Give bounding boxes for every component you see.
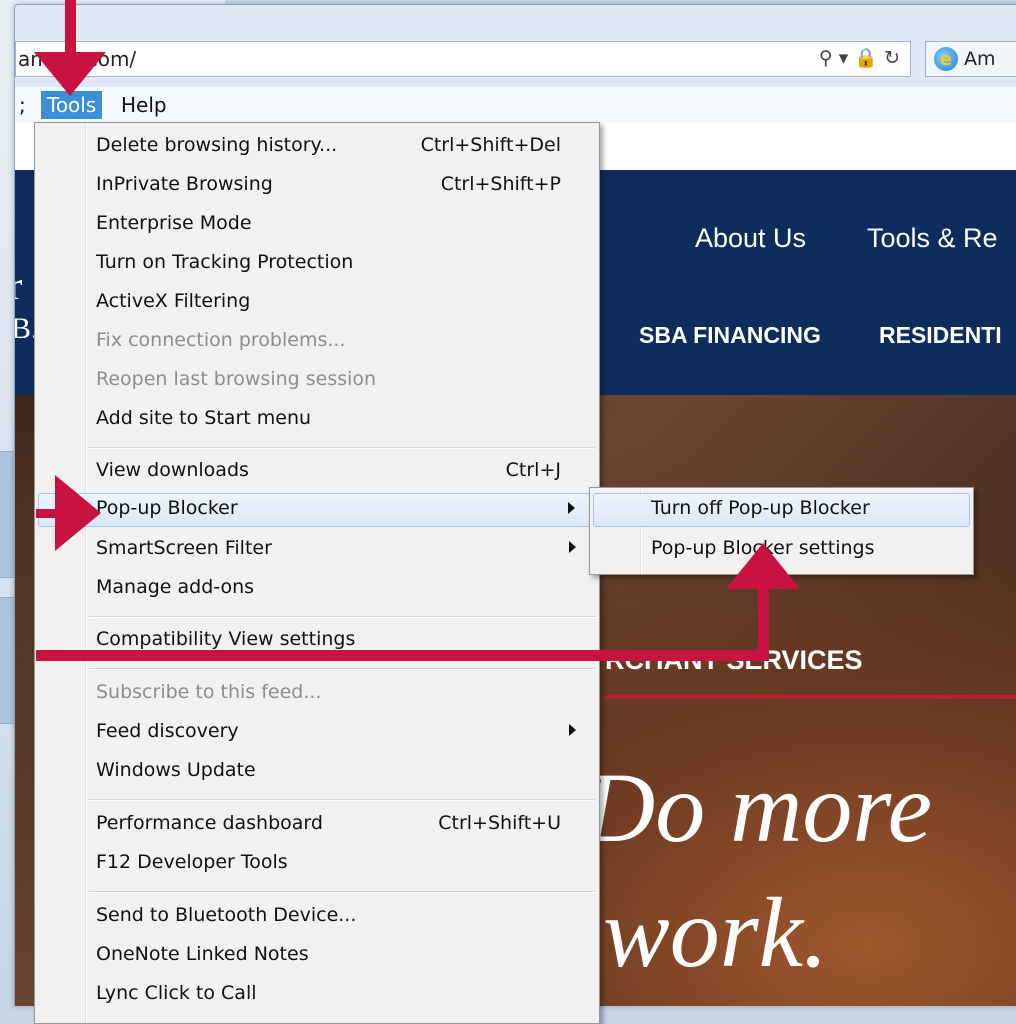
menu-item-manage-addons[interactable]: Manage add-ons bbox=[38, 572, 596, 606]
menu-item-label: Compatibility View settings bbox=[96, 628, 356, 650]
menu-item-onenote-linked-notes[interactable]: OneNote Linked Notes bbox=[38, 939, 596, 973]
annotation-arrow-right-icon bbox=[55, 475, 101, 551]
menu-item-shortcut: Ctrl+J bbox=[505, 459, 561, 481]
menu-item-view-downloads[interactable]: View downloads Ctrl+J bbox=[38, 455, 596, 489]
menu-item-performance-dashboard[interactable]: Performance dashboard Ctrl+Shift+U bbox=[38, 808, 596, 842]
submenu-arrow-icon bbox=[569, 541, 576, 553]
hero-headline-line2: work. bbox=[603, 877, 828, 988]
menu-item-label: F12 Developer Tools bbox=[96, 851, 288, 873]
annotation-arrow-shaft bbox=[65, 0, 76, 58]
annotation-arrow-shaft bbox=[758, 585, 769, 661]
hero-headline-line1: Do more bbox=[583, 752, 933, 863]
nav-sba-financing[interactable]: SBA FINANCING bbox=[639, 322, 821, 349]
menu-item-lync-click-to-call[interactable]: Lync Click to Call bbox=[38, 978, 596, 1012]
menu-item-shortcut: Ctrl+Shift+P bbox=[440, 173, 561, 195]
menu-item-label: View downloads bbox=[96, 459, 249, 481]
site-logo-fragment: r bbox=[15, 262, 22, 309]
address-row: am nk.com/ ⚲ ▾ 🔒 ↻ e Am bbox=[15, 35, 1016, 85]
menu-item-feed-discovery[interactable]: Feed discovery bbox=[38, 716, 596, 750]
nav-tools-resources[interactable]: Tools & Re bbox=[867, 223, 998, 254]
menu-item-tracking-protection[interactable]: Turn on Tracking Protection bbox=[38, 247, 596, 281]
annotation-arrow-up-icon bbox=[726, 543, 800, 589]
menu-item-label: Manage add-ons bbox=[96, 576, 255, 598]
menu-item-label: Fix connection problems... bbox=[96, 329, 346, 351]
menu-item-label: Turn on Tracking Protection bbox=[96, 251, 354, 273]
menu-item-subscribe-feed: Subscribe to this feed... bbox=[38, 677, 596, 711]
address-bar[interactable]: am nk.com/ ⚲ ▾ 🔒 ↻ bbox=[15, 41, 911, 77]
menu-item-enterprise-mode[interactable]: Enterprise Mode bbox=[38, 208, 596, 242]
menu-item-label: OneNote Linked Notes bbox=[96, 943, 309, 965]
internet-explorer-icon: e bbox=[934, 47, 958, 71]
menu-item-label: Enterprise Mode bbox=[96, 212, 252, 234]
menu-item-label: Delete browsing history... bbox=[96, 134, 338, 156]
menu-bar-item-truncated[interactable]: ; bbox=[15, 91, 32, 119]
tools-menu: Delete browsing history... Ctrl+Shift+De… bbox=[34, 122, 600, 1024]
menu-item-activex-filtering[interactable]: ActiveX Filtering bbox=[38, 286, 596, 320]
menu-item-label: Feed discovery bbox=[96, 720, 239, 742]
menu-item-windows-update[interactable]: Windows Update bbox=[38, 755, 596, 789]
menu-item-add-to-start[interactable]: Add site to Start menu bbox=[38, 403, 596, 437]
menu-item-label: Turn off Pop-up Blocker bbox=[651, 497, 870, 519]
address-bar-icons[interactable]: ⚲ ▾ 🔒 ↻ bbox=[819, 46, 900, 69]
annotation-arrow-down-icon bbox=[34, 52, 106, 96]
menu-item-label: Pop-up Blocker bbox=[96, 497, 238, 519]
menu-item-send-bluetooth[interactable]: Send to Bluetooth Device... bbox=[38, 900, 596, 934]
menu-separator bbox=[89, 891, 595, 893]
hero-divider bbox=[605, 695, 1016, 699]
menu-help[interactable]: Help bbox=[115, 91, 173, 119]
menu-item-fix-connection: Fix connection problems... bbox=[38, 325, 596, 359]
tab-label: Am bbox=[964, 48, 996, 70]
menu-item-f12-developer-tools[interactable]: F12 Developer Tools bbox=[38, 847, 596, 881]
menu-item-label: Windows Update bbox=[96, 759, 256, 781]
menu-item-delete-browsing-history[interactable]: Delete browsing history... Ctrl+Shift+De… bbox=[38, 130, 596, 164]
menu-item-turn-off-popup-blocker[interactable]: Turn off Pop-up Blocker bbox=[593, 493, 970, 527]
menu-item-label: InPrivate Browsing bbox=[96, 173, 273, 195]
nav-residential[interactable]: RESIDENTI bbox=[879, 322, 1002, 349]
submenu-arrow-icon bbox=[569, 724, 576, 736]
menu-item-shortcut: Ctrl+Shift+U bbox=[438, 812, 561, 834]
submenu-arrow-icon bbox=[568, 502, 575, 514]
menu-bar: ; Tools Help bbox=[15, 87, 1016, 123]
menu-item-reopen-session: Reopen last browsing session bbox=[38, 364, 596, 398]
menu-separator bbox=[89, 616, 595, 618]
menu-item-label: Reopen last browsing session bbox=[96, 368, 377, 390]
menu-item-smartscreen-filter[interactable]: SmartScreen Filter bbox=[38, 533, 596, 567]
menu-item-label: ActiveX Filtering bbox=[96, 290, 251, 312]
nav-about-us[interactable]: About Us bbox=[695, 223, 806, 254]
menu-separator bbox=[89, 799, 595, 801]
browser-tab[interactable]: e Am bbox=[925, 41, 1016, 77]
menu-item-inprivate-browsing[interactable]: InPrivate Browsing Ctrl+Shift+P bbox=[38, 169, 596, 203]
annotation-connector-line bbox=[36, 650, 769, 661]
menu-item-label: Subscribe to this feed... bbox=[96, 681, 322, 703]
menu-item-label: Send to Bluetooth Device... bbox=[96, 904, 357, 926]
menu-separator bbox=[89, 447, 595, 449]
menu-item-label: Performance dashboard bbox=[96, 812, 323, 834]
menu-item-shortcut: Ctrl+Shift+Del bbox=[420, 134, 561, 156]
menu-item-label: SmartScreen Filter bbox=[96, 537, 272, 559]
menu-item-label: Add site to Start menu bbox=[96, 407, 312, 429]
menu-separator bbox=[89, 668, 595, 670]
menu-item-popup-blocker[interactable]: Pop-up Blocker bbox=[38, 493, 596, 527]
